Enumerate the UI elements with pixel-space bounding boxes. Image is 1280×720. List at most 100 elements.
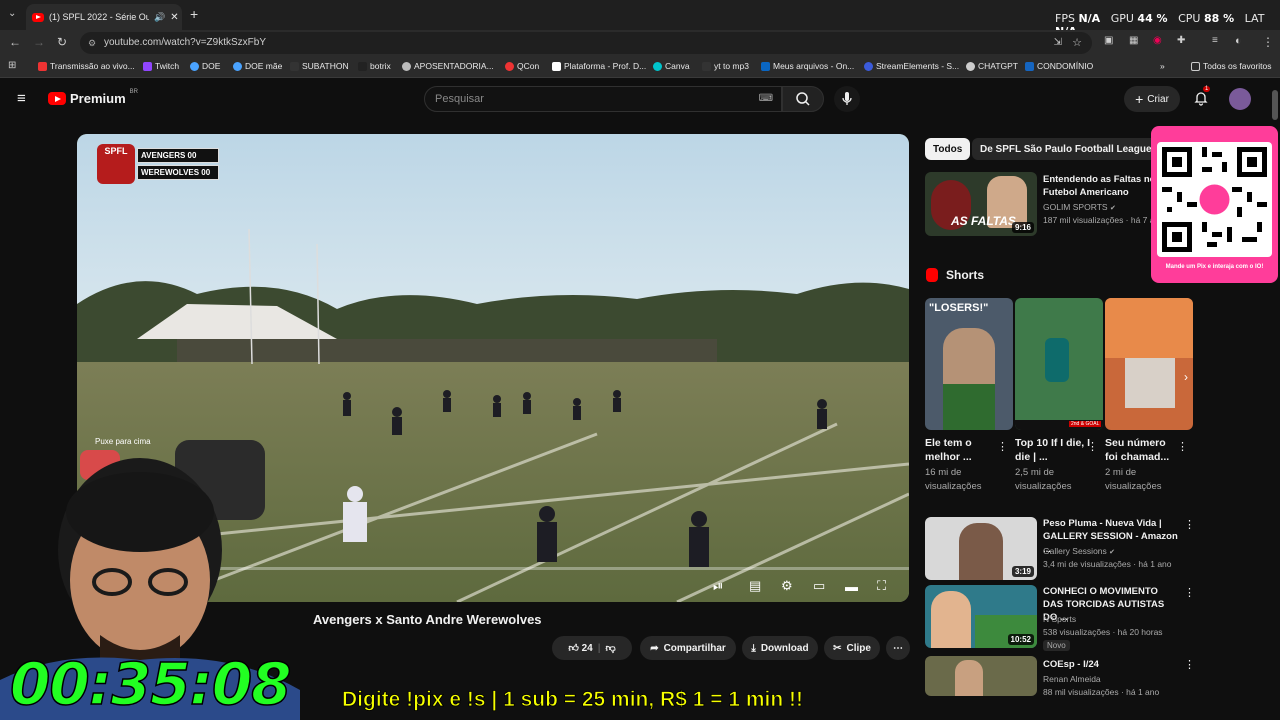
bookmark-star-icon[interactable]: ☆ xyxy=(1072,32,1082,54)
subtitles-icon[interactable]: ▤ xyxy=(749,578,761,594)
search-input[interactable]: Pesquisar ⌨ xyxy=(424,86,782,112)
like-button[interactable]: 👍︎ 24 xyxy=(568,642,592,654)
clip-button[interactable]: ✂ Clipe xyxy=(824,636,880,660)
video-menu-icon[interactable]: ⋮ xyxy=(1184,518,1195,531)
bookmark-item[interactable]: Canva xyxy=(653,61,690,71)
donation-ticker: Digite !pix e !s | 1 sub = 25 min, R$ 1 … xyxy=(342,688,804,712)
short-views: 2,5 mi de visualizações xyxy=(1015,467,1072,492)
youtube-logo[interactable]: Premium BR xyxy=(48,89,138,106)
short-menu-icon[interactable]: ⋮ xyxy=(1177,440,1188,453)
shorts-label: Shorts xyxy=(946,268,985,282)
search-button[interactable] xyxy=(782,86,824,112)
install-icon[interactable]: ⇲ xyxy=(1054,32,1062,54)
notifications-button[interactable]: 1 xyxy=(1193,86,1211,111)
bookmark-item[interactable]: SUBATHON xyxy=(290,61,349,71)
short-thumbnail[interactable]: "LOSERS!" xyxy=(925,298,1013,430)
short-title[interactable]: Top 10 If I die, I die | ... xyxy=(1015,436,1091,464)
avatar[interactable] xyxy=(1229,88,1251,110)
download-button[interactable]: ⤓ Download xyxy=(742,636,818,660)
download-icon: ⤓ xyxy=(751,642,756,654)
short-menu-icon[interactable]: ⋮ xyxy=(997,440,1008,453)
thumbnail-text: AS FALTAS xyxy=(951,214,1016,228)
field-image xyxy=(1125,358,1175,408)
extension-icon[interactable]: ◉ xyxy=(1153,35,1162,46)
bookmark-item[interactable]: CONDOMÍNIO xyxy=(1025,61,1093,71)
short-title[interactable]: Ele tem o melhor ... xyxy=(925,436,1001,464)
tab-close-icon[interactable]: ✕ xyxy=(170,12,178,23)
channel-name[interactable]: Renan Almeida xyxy=(1043,673,1101,686)
media-icon[interactable]: ≡ xyxy=(1212,35,1218,46)
bookmark-item[interactable]: Meus arquivos - On... xyxy=(761,61,854,71)
tab-audio-icon[interactable]: 🔊 xyxy=(154,12,165,23)
puzzle-icon[interactable]: ✚ xyxy=(1177,35,1185,46)
bookmark-item[interactable]: Twitch xyxy=(143,61,179,71)
bookmark-item[interactable]: DOE mãe xyxy=(233,61,282,71)
profile-icon[interactable]: ◐ xyxy=(1235,35,1242,47)
url-field[interactable]: ⚙ youtube.com/watch?v=Z9ktkSzxFbY ⇲ ☆ xyxy=(80,32,1092,54)
dislike-icon[interactable]: 👎︎ xyxy=(606,642,616,654)
tab-list-chevron-icon[interactable]: ⌄ xyxy=(8,8,16,19)
chip-todos[interactable]: Todos xyxy=(925,138,971,160)
new-tab-icon[interactable]: + xyxy=(190,6,198,22)
extension-icon[interactable]: ▣ xyxy=(1104,35,1113,46)
browser-toolbar: ← → ↻ ⚙ youtube.com/watch?v=Z9ktkSzxFbY … xyxy=(0,30,1280,56)
all-bookmarks-folder[interactable]: Todos os favoritos xyxy=(1191,61,1272,71)
pix-qr-overlay: Mande um Pix e interaja com o IO! xyxy=(1151,126,1278,283)
bookmark-item[interactable]: APOSENTADORIA... xyxy=(402,61,494,71)
forward-icon[interactable]: → xyxy=(33,35,45,49)
video-thumbnail[interactable] xyxy=(925,656,1037,696)
more-actions-button[interactable]: ⋯ xyxy=(886,636,910,660)
video-menu-icon[interactable]: ⋮ xyxy=(1184,658,1195,671)
bookmark-item[interactable]: botrix xyxy=(358,61,391,71)
video-meta: 187 mil visualizações · há 7 a xyxy=(1043,215,1155,225)
apps-grid-icon[interactable]: ⊞ xyxy=(8,60,16,71)
fullscreen-icon[interactable]: ⛶ xyxy=(877,578,886,594)
channel-name[interactable]: GOLIM SPORTS ✔ xyxy=(1043,201,1116,215)
video-thumbnail[interactable]: 10:52 xyxy=(925,585,1037,648)
bookmark-item[interactable]: Plataforma - Prof. D... xyxy=(552,61,646,71)
settings-gear-icon[interactable]: ⚙ xyxy=(781,578,793,594)
page-scrollbar[interactable] xyxy=(1272,90,1278,120)
channel-name[interactable]: Gallery Sessions ✔ xyxy=(1043,545,1115,559)
clip-label: Clipe xyxy=(846,642,871,654)
team2-score: WEREWOLVES 00 xyxy=(137,165,219,180)
browser-tab-active[interactable]: (1) SPFL 2022 - Série Ouro 🔊 ✕ xyxy=(26,4,182,30)
shorts-next-icon[interactable]: › xyxy=(1184,370,1188,384)
video-menu-icon[interactable]: ⋮ xyxy=(1184,586,1195,599)
keyboard-icon[interactable]: ⌨ xyxy=(759,87,773,111)
site-info-icon[interactable]: ⚙ xyxy=(88,32,96,54)
video-title[interactable]: COEsp - I/24 xyxy=(1043,658,1179,671)
like-dislike-group: 👍︎ 24 | 👎︎ xyxy=(552,636,632,660)
short-title[interactable]: Seu número foi chamad... xyxy=(1105,436,1181,464)
extension-icon[interactable]: ▦ xyxy=(1129,35,1138,46)
video-thumbnail[interactable]: 3:19 xyxy=(925,517,1037,580)
back-icon[interactable]: ← xyxy=(9,35,21,49)
qr-caption: Mande um Pix e interaja com o IO! xyxy=(1165,264,1264,270)
bookmark-item[interactable]: DOE xyxy=(190,61,220,71)
bookmark-item[interactable]: CHATGPT xyxy=(966,61,1018,71)
short-thumbnail[interactable]: 2nd & GOAL xyxy=(1015,298,1103,430)
menu-icon[interactable]: ⋮ xyxy=(1262,35,1274,49)
video-thumbnail[interactable]: AS FALTAS 9:16 xyxy=(925,172,1037,236)
share-button[interactable]: ➦ Compartilhar xyxy=(640,636,736,660)
voice-search-button[interactable] xyxy=(834,86,860,112)
bookmarks-overflow-icon[interactable]: » xyxy=(1160,61,1165,71)
hamburger-menu-icon[interactable]: ≡ xyxy=(17,90,26,107)
crowd-image xyxy=(1105,298,1193,358)
bookmark-item[interactable]: StreamElements - S... xyxy=(864,61,959,71)
short-menu-icon[interactable]: ⋮ xyxy=(1087,440,1098,453)
bookmark-item[interactable]: yt to mp3 xyxy=(702,61,749,71)
channel-name[interactable]: N Sports xyxy=(1043,613,1076,626)
miniplayer-icon[interactable]: ▭ xyxy=(813,578,825,594)
short-thumbnail[interactable] xyxy=(1105,298,1193,430)
reload-icon[interactable]: ↻ xyxy=(57,35,67,49)
chip-channel[interactable]: De SPFL São Paulo Football League xyxy=(972,138,1160,160)
create-button[interactable]: + Criar xyxy=(1124,86,1180,112)
bookmark-item[interactable]: QCon xyxy=(505,61,539,71)
microphone-icon xyxy=(842,92,852,105)
theater-mode-icon[interactable]: ▬ xyxy=(845,579,858,594)
plus-icon: + xyxy=(1135,91,1144,107)
notification-count-badge: 1 xyxy=(1203,86,1211,92)
autoplay-toggle[interactable]: ⏯ xyxy=(713,578,723,594)
bookmark-item[interactable]: Transmissão ao vivo... xyxy=(38,61,135,71)
